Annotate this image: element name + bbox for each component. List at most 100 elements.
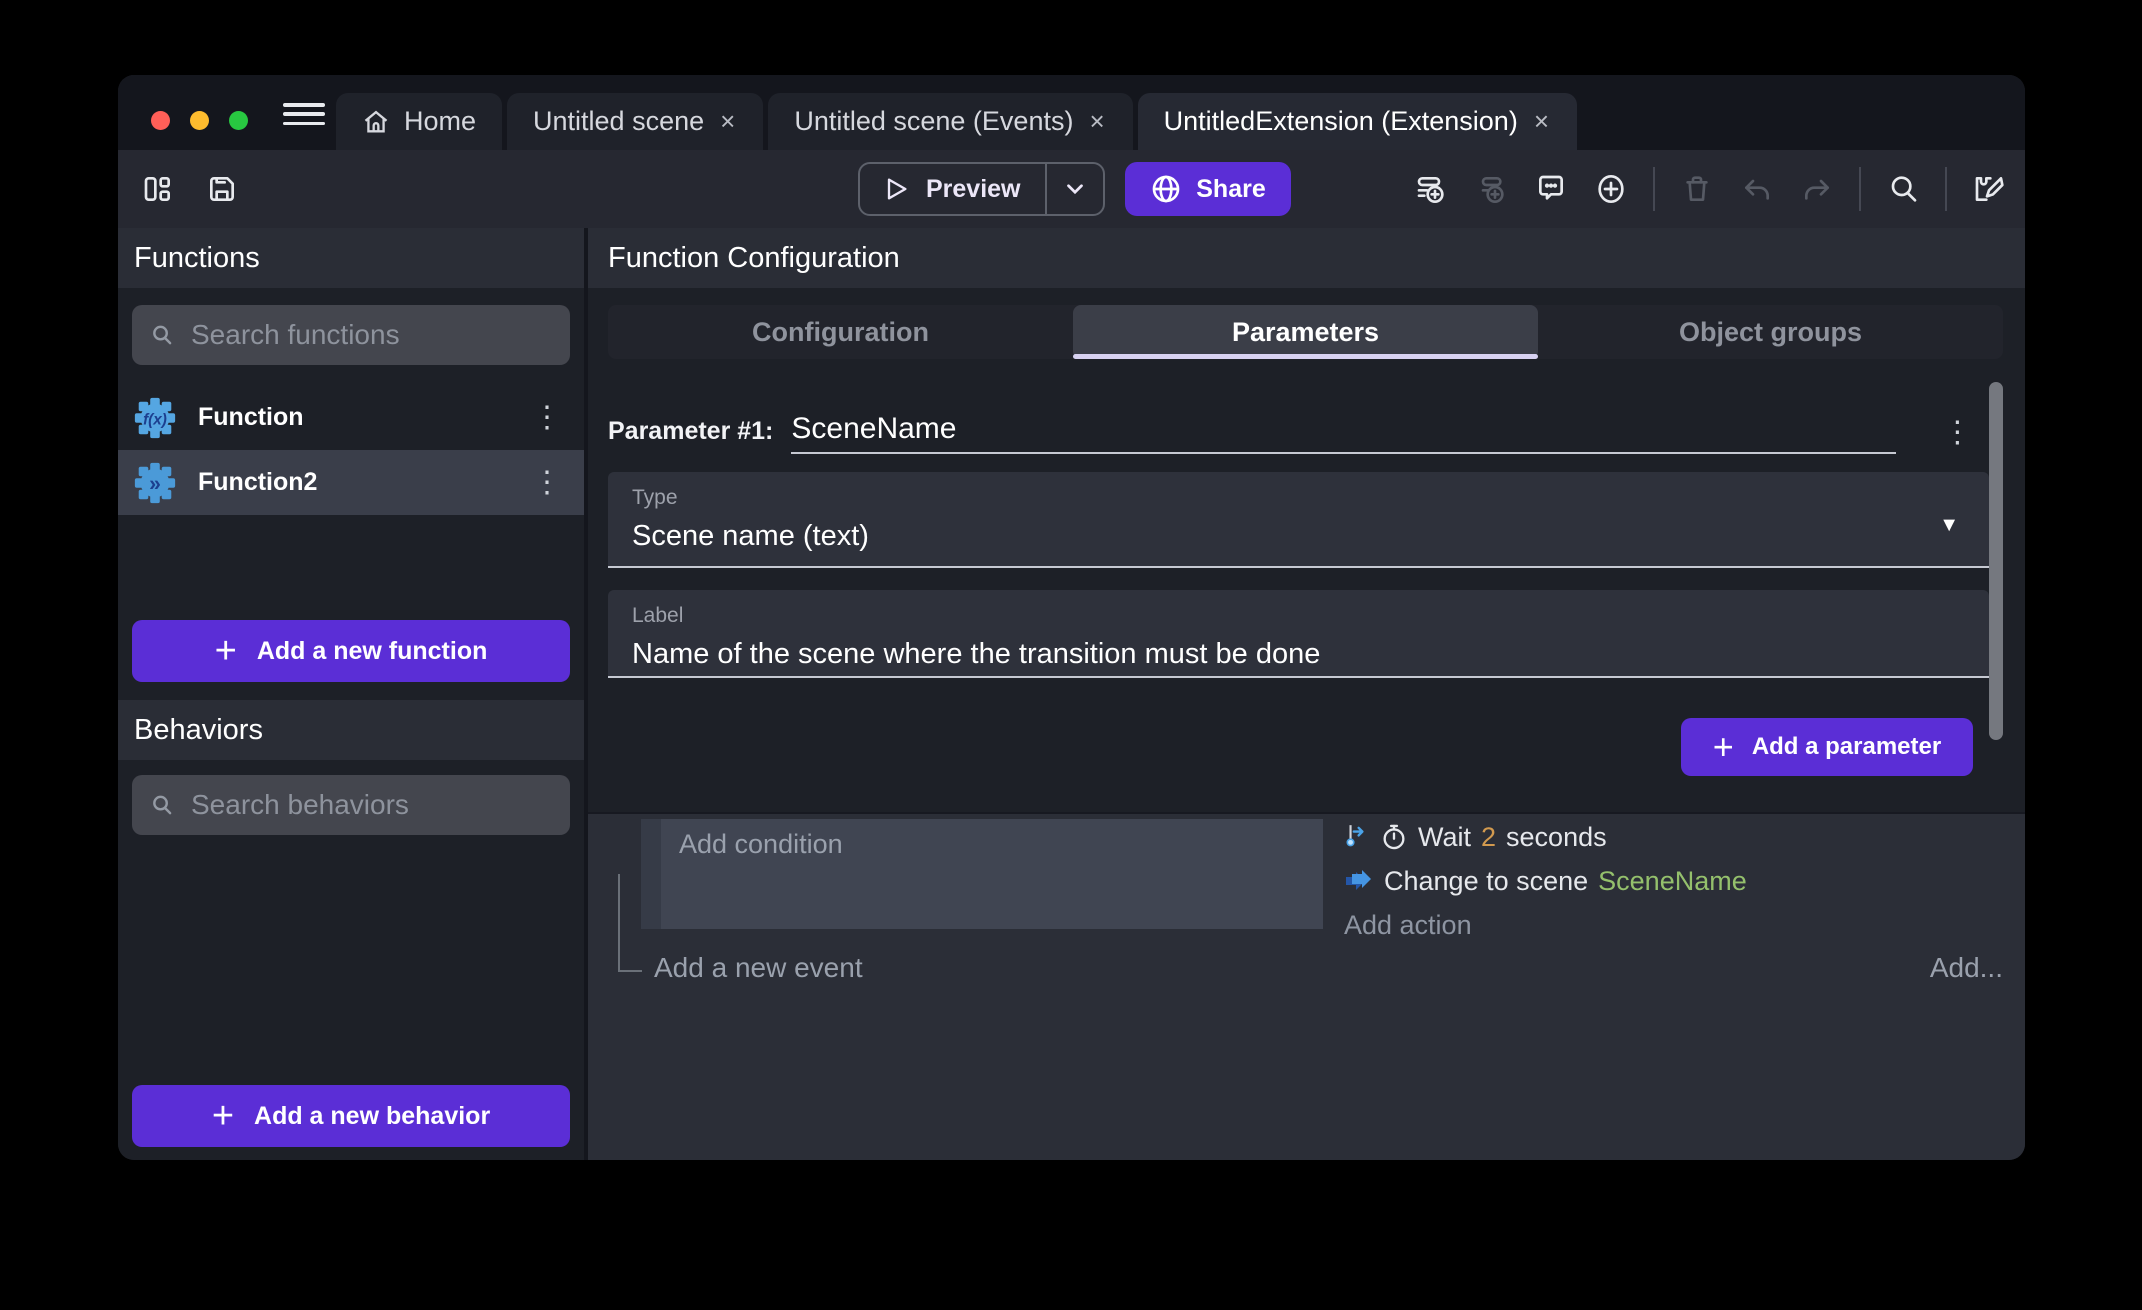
search-functions-input[interactable] (191, 319, 552, 351)
function-configuration-title: Function Configuration (608, 242, 900, 275)
menu-icon[interactable] (283, 103, 325, 125)
parameter-type-select[interactable]: Type Scene name (text) ▼ (608, 472, 1989, 568)
timer-icon (1380, 823, 1408, 851)
preview-button[interactable]: Preview (858, 162, 1105, 216)
tab-label: Home (404, 106, 476, 137)
parameter-kebab-menu-icon[interactable]: ⋮ (1934, 418, 1980, 454)
action-wait[interactable]: Wait 2 seconds (1344, 819, 1747, 855)
divider (1945, 167, 1947, 211)
function-list-item-selected[interactable]: » Function2 ⋮ (118, 450, 584, 515)
search-icon[interactable] (1885, 171, 1921, 207)
tab-label: Object groups (1679, 317, 1862, 348)
save-icon[interactable] (204, 171, 240, 207)
search-icon (150, 790, 173, 820)
dropdown-caret-icon: ▼ (1939, 514, 1959, 537)
change-scene-icon (1344, 868, 1374, 894)
kebab-menu-icon[interactable]: ⋮ (524, 403, 570, 433)
type-field-label: Type (632, 486, 1965, 510)
parameter-number-label: Parameter #1: (608, 417, 773, 454)
play-icon (882, 175, 910, 203)
event-tree-bracket (618, 874, 642, 972)
close-window-button[interactable] (151, 111, 170, 130)
tab-strip: Home Untitled scene × Untitled scene (Ev… (336, 93, 1577, 150)
async-icon (1344, 823, 1370, 851)
tab-label: UntitledExtension (Extension) (1164, 106, 1518, 137)
add-circle-icon[interactable] (1593, 171, 1629, 207)
event-conditions-area[interactable]: Add condition (661, 819, 1323, 929)
search-behaviors-input[interactable] (191, 789, 552, 821)
close-tab-icon[interactable]: × (718, 106, 737, 137)
behaviors-header-label: Behaviors (134, 714, 263, 747)
add-condition-link[interactable]: Add condition (679, 829, 843, 859)
maximize-window-button[interactable] (229, 111, 248, 130)
share-button[interactable]: Share (1125, 162, 1291, 216)
undo-icon[interactable] (1739, 171, 1775, 207)
add-more-link[interactable]: Add... (1930, 952, 2003, 984)
label-field-label: Label (632, 604, 1965, 628)
events-sheet: Add condition Wait 2 seconds Change to s… (588, 812, 2025, 1160)
kebab-menu-icon[interactable]: ⋮ (524, 468, 570, 498)
function-action-icon: » (132, 460, 178, 506)
redo-icon[interactable] (1799, 171, 1835, 207)
add-new-behavior-button[interactable]: + Add a new behavior (132, 1085, 570, 1147)
behaviors-section-header: Behaviors (118, 700, 584, 760)
search-icon (150, 320, 173, 350)
parameter-label-field[interactable]: Label Name of the scene where the transi… (608, 590, 1989, 678)
tab-label: Parameters (1232, 317, 1379, 348)
tab-label: Untitled scene (Events) (794, 106, 1073, 137)
function-list-item[interactable]: f(x) Function ⋮ (118, 385, 584, 450)
preview-options-button[interactable] (1047, 176, 1103, 202)
tab-untitled-scene-events[interactable]: Untitled scene (Events) × (768, 93, 1132, 150)
parameter-name-input[interactable] (791, 412, 1896, 452)
event-actions-area: Wait 2 seconds Change to scene SceneName… (1344, 819, 1747, 943)
add-subevent-icon[interactable] (1473, 171, 1509, 207)
minimize-window-button[interactable] (190, 111, 209, 130)
main-panel: Function Configuration Configuration Par… (588, 228, 2025, 1160)
toggle-panels-icon[interactable] (140, 171, 176, 207)
scrollbar-thumb[interactable] (1989, 382, 2003, 740)
divider (1653, 167, 1655, 211)
tab-configuration[interactable]: Configuration (608, 305, 1073, 359)
tab-label: Untitled scene (533, 106, 704, 137)
delete-icon[interactable] (1679, 171, 1715, 207)
left-panel: Functions f( (118, 228, 588, 1160)
type-field-value: Scene name (text) (632, 520, 1965, 553)
function-fx-icon: f(x) (132, 395, 178, 441)
add-event-icon[interactable] (1413, 171, 1449, 207)
home-icon (362, 108, 390, 136)
add-parameter-button[interactable]: + Add a parameter (1681, 718, 1973, 776)
action-text: seconds (1506, 822, 1607, 853)
svg-text:f(x): f(x) (143, 411, 167, 428)
close-tab-icon[interactable]: × (1087, 106, 1106, 137)
functions-section-header: Functions (118, 228, 584, 288)
edit-extension-icon[interactable] (1971, 171, 2007, 207)
tab-object-groups[interactable]: Object groups (1538, 305, 2003, 359)
action-change-scene[interactable]: Change to scene SceneName (1344, 863, 1747, 899)
function-name: Function (198, 403, 504, 432)
add-action-link[interactable]: Add action (1344, 907, 1747, 943)
wait-seconds-value: 2 (1481, 822, 1496, 853)
search-functions-box (132, 305, 570, 365)
share-label: Share (1196, 175, 1265, 204)
tab-untitled-scene[interactable]: Untitled scene × (507, 93, 763, 150)
add-new-function-button[interactable]: + Add a new function (132, 620, 570, 682)
close-tab-icon[interactable]: × (1532, 106, 1551, 137)
function-name: Function2 (198, 468, 504, 497)
tab-untitled-extension[interactable]: UntitledExtension (Extension) × (1138, 93, 1577, 150)
functions-header-label: Functions (134, 242, 260, 275)
toolbar: Preview Share (118, 150, 2025, 228)
add-comment-icon[interactable] (1533, 171, 1569, 207)
divider (1859, 167, 1861, 211)
function-configuration-header: Function Configuration (588, 228, 2025, 288)
title-bar: Home Untitled scene × Untitled scene (Ev… (118, 75, 2025, 150)
label-field-value: Name of the scene where the transition m… (632, 638, 1965, 671)
add-new-event-link[interactable]: Add a new event (654, 952, 863, 984)
tab-parameters[interactable]: Parameters (1073, 305, 1538, 359)
add-function-label: Add a new function (257, 637, 488, 666)
tab-label: Configuration (752, 317, 929, 348)
chevron-down-icon (1062, 176, 1088, 202)
add-behavior-label: Add a new behavior (254, 1102, 490, 1131)
tab-home[interactable]: Home (336, 93, 502, 150)
globe-icon (1150, 173, 1182, 205)
event-selection-strip[interactable] (641, 819, 661, 929)
